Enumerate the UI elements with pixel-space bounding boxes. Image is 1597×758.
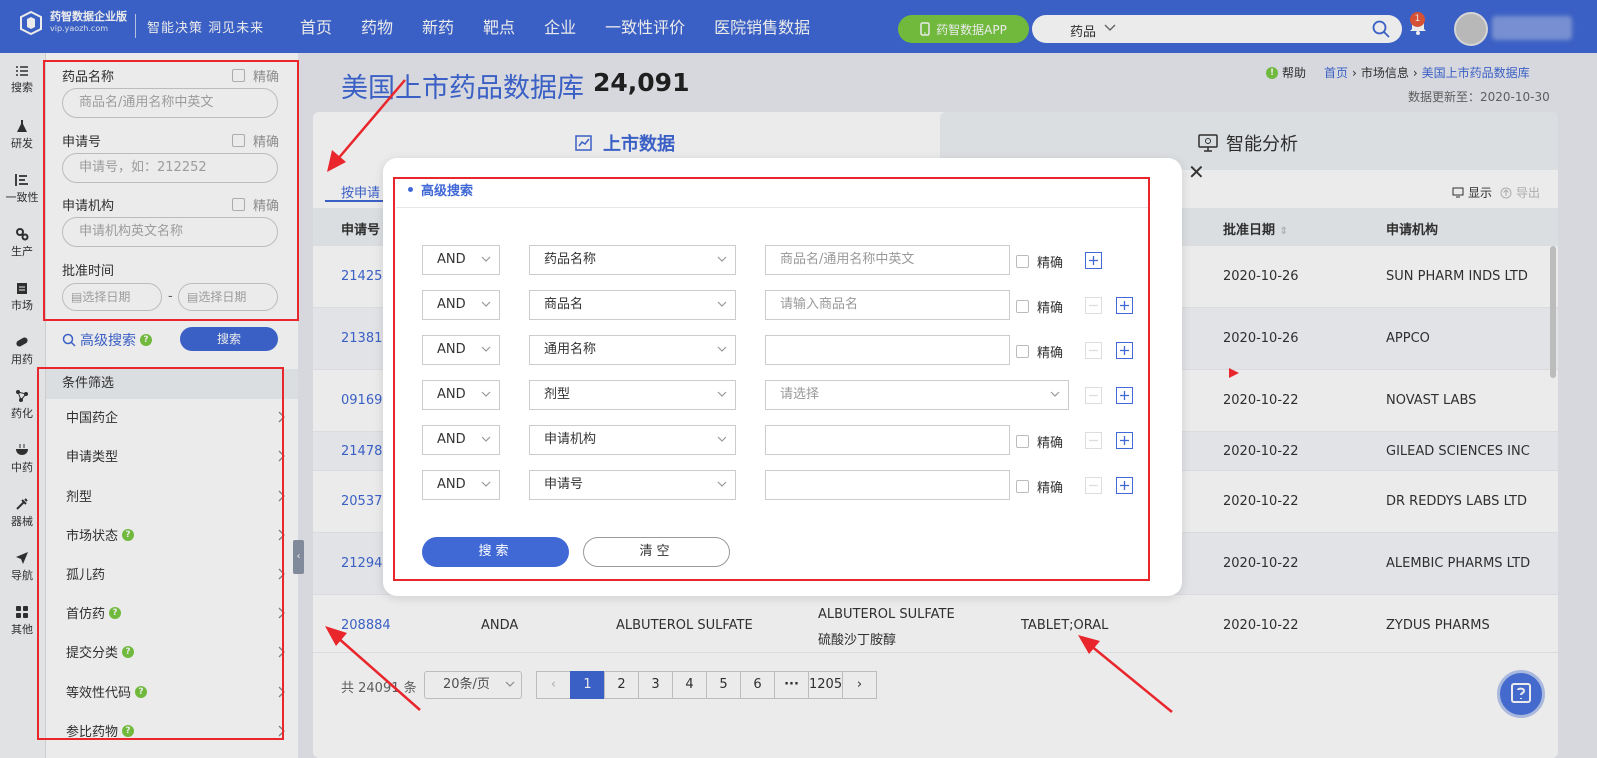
arrow-line: [336, 636, 421, 711]
arrow-head: [1229, 368, 1239, 378]
arrow-line: [336, 79, 406, 161]
annotation-arrows: [325, 79, 1239, 713]
arrow-line: [1089, 644, 1173, 713]
